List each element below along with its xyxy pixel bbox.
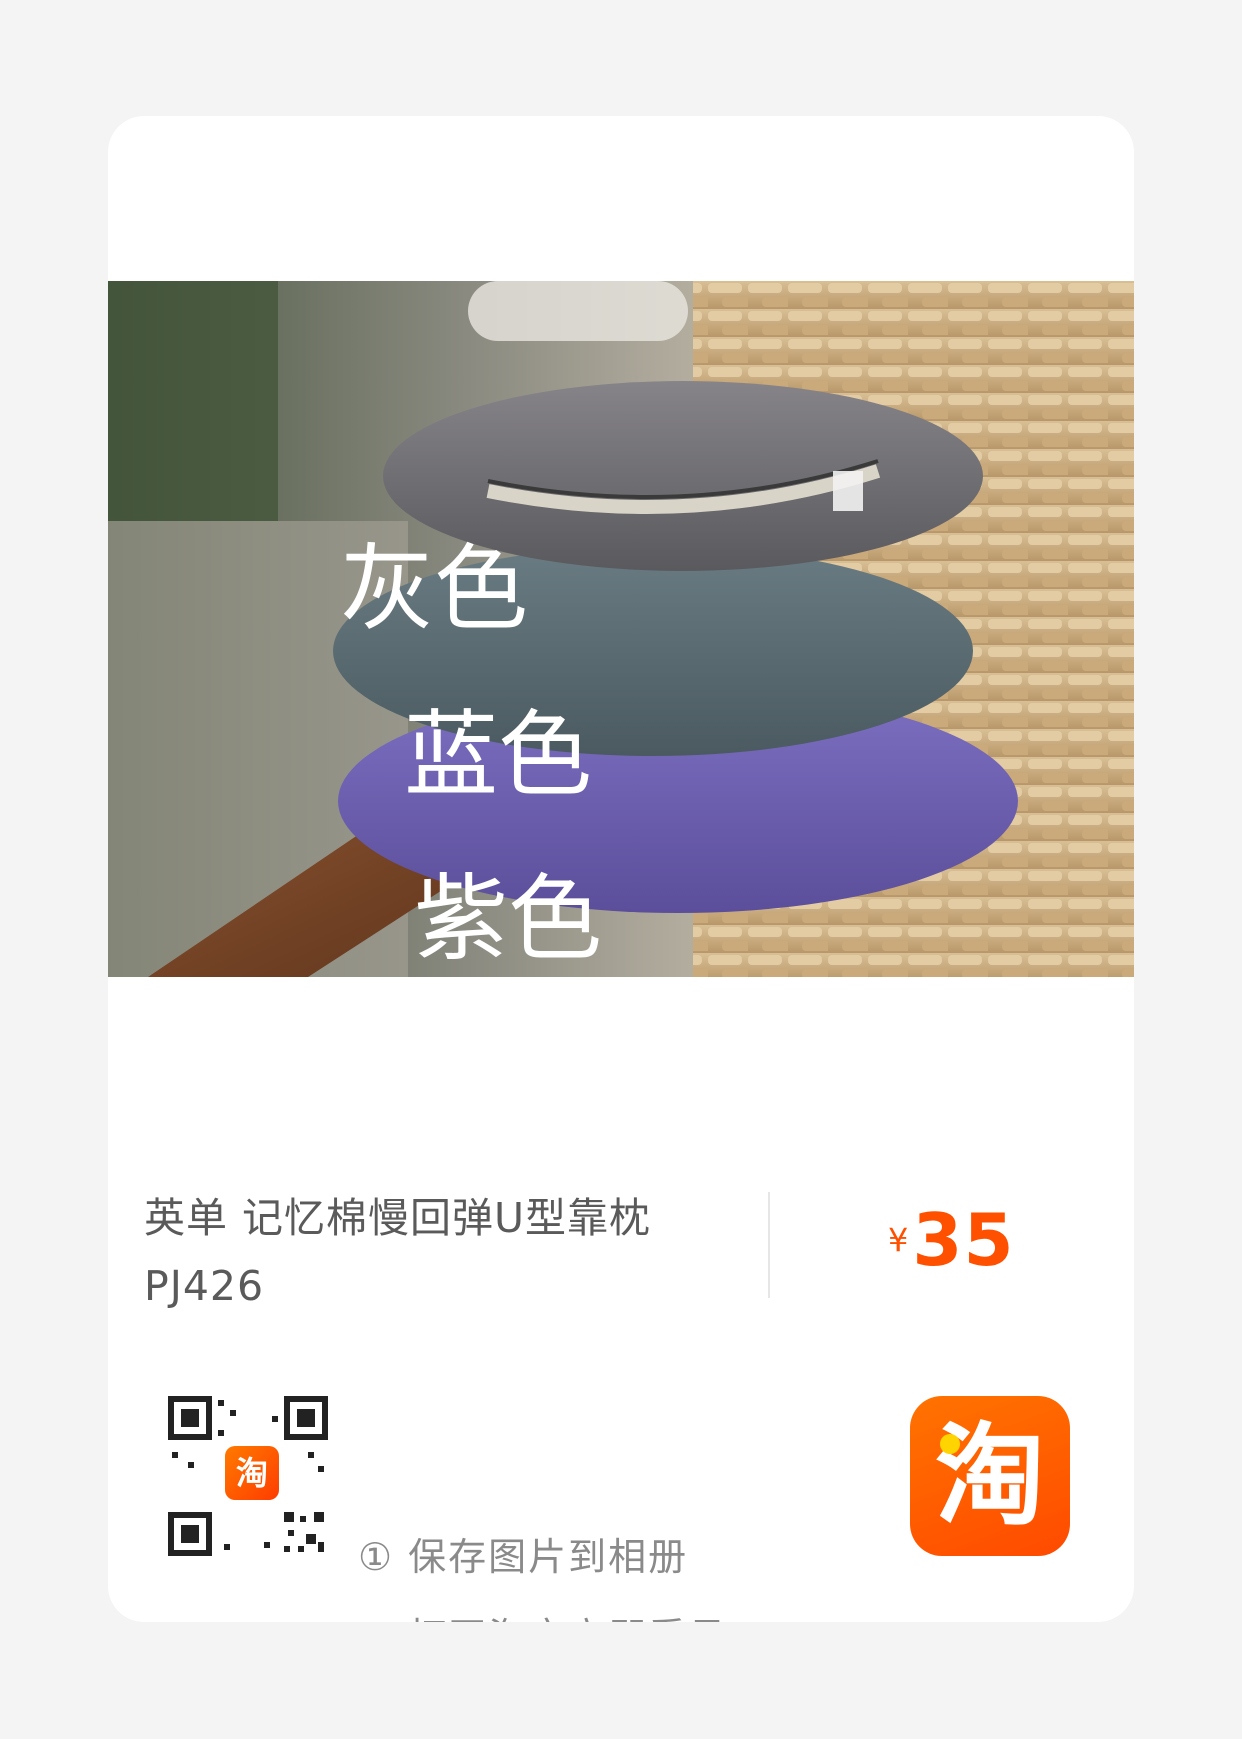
taobao-logo-text: 淘 — [935, 1412, 1045, 1540]
instruction-step-1: ① 保存图片到相册 — [358, 1535, 689, 1579]
product-photo-illustration — [108, 281, 1134, 977]
product-title: 英单 记忆棉慢回弹U型靠枕 PJ426 — [144, 1194, 652, 1310]
color-label-purple: 紫色 — [414, 865, 603, 974]
share-card: 灰色 蓝色 紫色 英单 记忆棉慢回弹U型靠枕 PJ426 ¥35 淘 ① 保存图… — [108, 116, 1134, 1622]
product-price: ¥35 — [888, 1198, 1015, 1282]
currency-symbol: ¥ — [888, 1221, 909, 1259]
price-amount: 35 — [912, 1198, 1015, 1282]
divider — [768, 1192, 770, 1298]
logo-dot — [940, 1434, 960, 1454]
taobao-app-icon[interactable]: 淘 — [910, 1396, 1070, 1556]
color-label-blue: 蓝色 — [404, 701, 593, 810]
product-image[interactable]: 灰色 蓝色 紫色 — [108, 281, 1134, 977]
color-label-gray: 灰色 — [340, 535, 529, 644]
instruction-step-2: ② 打开淘宝立即看见 — [358, 1606, 728, 1622]
qr-taobao-badge: 淘 — [225, 1446, 279, 1500]
